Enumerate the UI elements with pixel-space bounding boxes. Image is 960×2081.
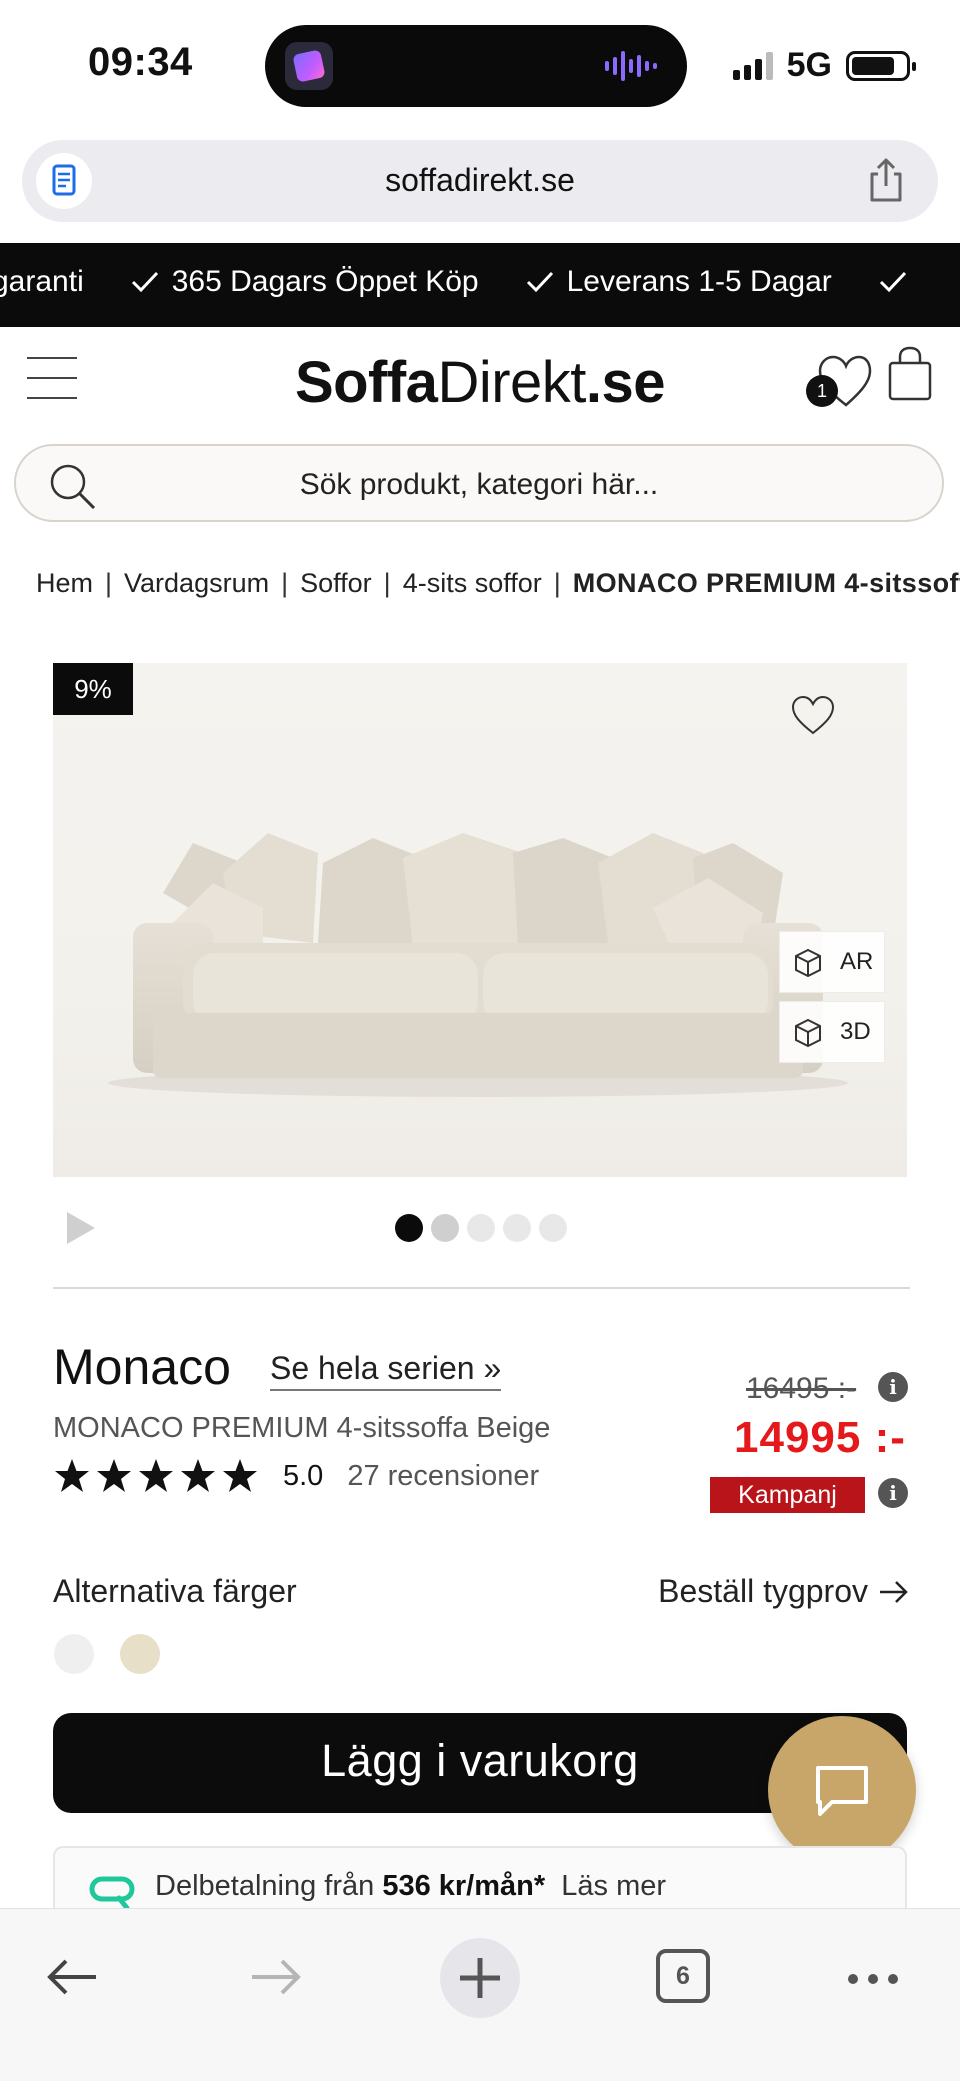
view-3d-button[interactable]: 3D bbox=[779, 1001, 885, 1063]
divider bbox=[53, 1287, 910, 1289]
cellular-signal-icon bbox=[732, 51, 773, 80]
logo-part: Direkt bbox=[437, 350, 586, 415]
price-original: 16495 :- bbox=[746, 1372, 857, 1405]
wishlist-count-badge: 1 bbox=[806, 375, 838, 407]
usp-text: garanti bbox=[0, 265, 84, 298]
cart-icon[interactable] bbox=[886, 345, 934, 403]
network-type: 5G bbox=[786, 46, 832, 84]
color-swatch-beige[interactable] bbox=[120, 1634, 160, 1674]
price-info-icon[interactable]: i bbox=[878, 1372, 908, 1402]
status-bar: 09:34 5G bbox=[0, 0, 960, 130]
tabs-count-button[interactable]: 6 bbox=[656, 1949, 710, 2003]
check-icon bbox=[526, 271, 553, 293]
gallery-dot[interactable] bbox=[395, 1214, 423, 1242]
breadcrumb-link-living-room[interactable]: Vardagsrum bbox=[124, 568, 269, 598]
payment-provider-icon bbox=[89, 1876, 135, 1908]
gallery-dot[interactable] bbox=[539, 1214, 567, 1242]
fabric-link-text: Beställ tygprov bbox=[658, 1573, 868, 1609]
usp-text: 365 Dagars Öppet Köp bbox=[171, 265, 479, 298]
product-subtitle: MONACO PREMIUM 4-sitssoffa Beige bbox=[53, 1412, 551, 1444]
logo-part: .se bbox=[585, 350, 666, 415]
rating-value: 5.0 bbox=[283, 1459, 324, 1492]
gallery-dot[interactable] bbox=[503, 1214, 531, 1242]
plus-icon bbox=[460, 1958, 500, 1998]
installment-prefix: Delbetalning från bbox=[155, 1870, 375, 1902]
dynamic-island bbox=[265, 25, 687, 107]
installment-amount: 536 kr/mån* bbox=[382, 1870, 546, 1902]
back-arrow-icon[interactable] bbox=[44, 1955, 100, 1999]
price-current: 14995 :- bbox=[734, 1413, 906, 1462]
gallery-dot[interactable] bbox=[431, 1214, 459, 1242]
status-indicators: 5G bbox=[732, 46, 916, 85]
usp-text: Leverans 1-5 Dagar bbox=[566, 265, 832, 298]
installment-read-more-link[interactable]: Läs mer bbox=[561, 1870, 666, 1902]
new-tab-button[interactable] bbox=[440, 1938, 520, 2018]
rating-row[interactable]: 5.0 27 recensioner bbox=[53, 1457, 539, 1495]
gallery-controls bbox=[53, 1200, 907, 1256]
campaign-badge: Kampanj bbox=[710, 1477, 865, 1513]
usp-marquee: garanti 365 Dagars Öppet Köp Leverans 1-… bbox=[0, 243, 960, 327]
sofa-image bbox=[108, 833, 848, 1097]
address-bar[interactable]: soffadirekt.se bbox=[22, 140, 938, 222]
campaign-info-icon[interactable]: i bbox=[878, 1478, 908, 1508]
usp-item bbox=[878, 265, 908, 299]
breadcrumb-current: MONACO PREMIUM 4-sitssoffa Beige bbox=[572, 568, 960, 598]
rating-stars bbox=[53, 1457, 259, 1495]
view-3d-label: 3D bbox=[840, 1018, 871, 1045]
star-icon bbox=[55, 1459, 89, 1492]
arrow-right-icon bbox=[880, 1580, 908, 1603]
review-count[interactable]: 27 recensioner bbox=[347, 1460, 539, 1493]
alternative-colors-label: Alternativa färger bbox=[53, 1573, 297, 1609]
play-icon[interactable] bbox=[63, 1210, 97, 1246]
gallery-dots bbox=[395, 1214, 567, 1242]
breadcrumb-link-4-seat-sofas[interactable]: 4-sits soffor bbox=[403, 568, 542, 598]
forward-arrow-icon[interactable] bbox=[248, 1955, 304, 1999]
breadcrumb-link-home[interactable]: Hem bbox=[36, 568, 93, 598]
breadcrumb-link-sofas[interactable]: Soffor bbox=[300, 568, 372, 598]
gallery-dot[interactable] bbox=[467, 1214, 495, 1242]
product-gallery-image[interactable]: 9% AR 3D bbox=[53, 663, 907, 1177]
search-input[interactable]: Sök produkt, kategori här... bbox=[14, 444, 944, 522]
logo-part: Soffa bbox=[294, 350, 438, 415]
usp-item: Leverans 1-5 Dagar bbox=[525, 265, 832, 299]
breadcrumb: Hem | Vardagsrum | Soffor | 4-sits soffor | MONA… bbox=[36, 568, 960, 608]
ar-view-button[interactable]: AR bbox=[779, 931, 885, 993]
discount-badge: 9% bbox=[53, 663, 133, 715]
favorite-heart-icon[interactable] bbox=[789, 693, 837, 737]
star-icon bbox=[97, 1459, 131, 1492]
star-icon bbox=[139, 1459, 173, 1492]
chat-bubble-icon bbox=[816, 1766, 868, 1816]
status-time: 09:34 bbox=[88, 40, 193, 84]
check-icon bbox=[879, 271, 906, 293]
browser-toolbar: 6 bbox=[0, 1908, 960, 2081]
ar-label: AR bbox=[840, 948, 874, 975]
live-activity-app-icon bbox=[285, 42, 333, 90]
installment-text: Delbetalning från 536 kr/mån* Läs mer bbox=[155, 1870, 666, 1903]
audio-wave-icon bbox=[605, 51, 657, 81]
battery-icon bbox=[846, 50, 916, 81]
usp-item: garanti bbox=[0, 265, 84, 299]
3d-cube-icon bbox=[795, 1018, 821, 1048]
site-header: SoffaDirekt.se 1 Sök produkt, kategori h… bbox=[0, 327, 960, 542]
ar-cube-icon bbox=[795, 948, 821, 978]
series-link[interactable]: Se hela serien » bbox=[270, 1350, 502, 1391]
order-fabric-sample-link[interactable]: Beställ tygprov bbox=[658, 1573, 910, 1610]
product-name: Monaco bbox=[53, 1339, 231, 1395]
usp-item: 365 Dagars Öppet Köp bbox=[130, 265, 479, 299]
chat-button[interactable] bbox=[768, 1716, 916, 1864]
color-swatch-white[interactable] bbox=[54, 1634, 94, 1674]
share-icon[interactable] bbox=[864, 156, 908, 204]
search-placeholder: Sök produkt, kategori här... bbox=[299, 468, 659, 501]
star-icon bbox=[223, 1459, 257, 1492]
star-icon bbox=[181, 1459, 215, 1492]
url-text[interactable]: soffadirekt.se bbox=[22, 162, 938, 199]
check-icon bbox=[131, 271, 158, 293]
more-options-icon[interactable] bbox=[845, 1959, 901, 1999]
installment-info[interactable]: Delbetalning från 536 kr/mån* Läs mer bbox=[53, 1846, 907, 1908]
